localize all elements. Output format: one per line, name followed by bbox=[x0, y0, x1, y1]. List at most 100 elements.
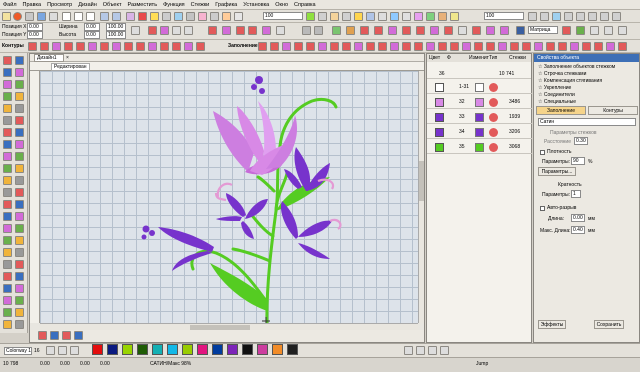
cut-icon[interactable] bbox=[62, 12, 71, 21]
menu-item-10[interactable]: Окно bbox=[272, 0, 291, 10]
palette-color-swatch[interactable] bbox=[137, 344, 148, 355]
wilcom-logo-icon[interactable] bbox=[13, 12, 22, 21]
slow-redraw-icon[interactable] bbox=[210, 12, 219, 21]
manual-icon[interactable] bbox=[576, 26, 585, 35]
menu-item-5[interactable]: Разместить bbox=[124, 0, 160, 10]
fill-type-select[interactable]: Сатин bbox=[538, 118, 636, 126]
tree-item[interactable]: ☆ Специальные bbox=[538, 99, 638, 106]
show-grid-icon[interactable] bbox=[378, 12, 387, 21]
mirror-vertical-icon[interactable] bbox=[160, 26, 169, 35]
menu-item-1[interactable]: Правка bbox=[20, 0, 45, 10]
bling-icon[interactable] bbox=[450, 42, 459, 51]
palette-color-swatch[interactable] bbox=[167, 344, 178, 355]
palette-pick-icon[interactable] bbox=[58, 346, 67, 355]
tool-icon-1-1[interactable] bbox=[15, 68, 24, 77]
v-stitch-icon[interactable] bbox=[148, 42, 157, 51]
tab-contour[interactable]: Контуры bbox=[588, 106, 638, 115]
cut-tool-icon[interactable] bbox=[444, 26, 453, 35]
tool-icon-18-0[interactable] bbox=[3, 272, 12, 281]
tool-icon-22-0[interactable] bbox=[3, 320, 12, 329]
sculpture-run-icon[interactable] bbox=[112, 42, 121, 51]
tool-icon-15-0[interactable] bbox=[3, 236, 12, 245]
grid-toggle-icon[interactable] bbox=[590, 26, 599, 35]
zoom-out-icon[interactable] bbox=[540, 12, 549, 21]
paste-icon[interactable] bbox=[86, 12, 95, 21]
knife-icon[interactable] bbox=[594, 42, 603, 51]
triple-run-icon[interactable] bbox=[40, 42, 49, 51]
chain-icon[interactable] bbox=[172, 42, 181, 51]
e-stitch-icon[interactable] bbox=[136, 42, 145, 51]
tool-icon-14-1[interactable] bbox=[15, 224, 24, 233]
net-fill-icon[interactable] bbox=[402, 42, 411, 51]
raised-satin-icon[interactable] bbox=[414, 42, 423, 51]
help-icon[interactable] bbox=[576, 12, 585, 21]
tool-icon-4-0[interactable] bbox=[3, 104, 12, 113]
group-icon[interactable] bbox=[302, 26, 311, 35]
join-icon[interactable] bbox=[430, 26, 439, 35]
select-all-icon[interactable] bbox=[390, 12, 399, 21]
list-item[interactable]: 1-31 bbox=[427, 80, 532, 94]
stitch-player-icon[interactable] bbox=[126, 12, 135, 21]
satin-icon[interactable] bbox=[270, 42, 279, 51]
tool-icon-19-0[interactable] bbox=[3, 284, 12, 293]
backstitch-icon[interactable] bbox=[52, 42, 61, 51]
flower-design[interactable] bbox=[40, 71, 418, 328]
menu-item-8[interactable]: Графика bbox=[212, 0, 240, 10]
measure-icon[interactable] bbox=[234, 12, 243, 21]
tool-icon-5-0[interactable] bbox=[3, 116, 12, 125]
motif-fill-icon[interactable] bbox=[294, 42, 303, 51]
list-item[interactable]: 33 1939 bbox=[427, 110, 532, 124]
menu-item-3[interactable]: Дизайн bbox=[75, 0, 100, 10]
artwork-icon[interactable] bbox=[198, 12, 207, 21]
tree-item[interactable]: ☆ Укрепление bbox=[538, 85, 638, 92]
border-icon[interactable] bbox=[534, 42, 543, 51]
tool-icon-10-1[interactable] bbox=[15, 176, 24, 185]
density-checkbox[interactable] bbox=[540, 150, 545, 155]
zoom-field[interactable]: 100 bbox=[263, 12, 303, 20]
fit-icon[interactable] bbox=[552, 12, 561, 21]
tatami-icon[interactable] bbox=[258, 42, 267, 51]
auto-split-checkbox[interactable] bbox=[540, 206, 545, 211]
menu-item-0[interactable]: Файл bbox=[0, 0, 20, 10]
motif-icon[interactable] bbox=[558, 42, 567, 51]
tool-icon-22-1[interactable] bbox=[15, 320, 24, 329]
tool-icon-11-0[interactable] bbox=[3, 188, 12, 197]
tool-icon-5-1[interactable] bbox=[15, 116, 24, 125]
stitch-type-icon[interactable] bbox=[208, 26, 217, 35]
tool-icon-4-1[interactable] bbox=[15, 104, 24, 113]
show-tape-icon[interactable] bbox=[330, 12, 339, 21]
menu-item-4[interactable]: Объект bbox=[100, 0, 125, 10]
cross-icon[interactable] bbox=[196, 42, 205, 51]
tool-icon-19-1[interactable] bbox=[15, 284, 24, 293]
rotate-left-icon[interactable] bbox=[172, 26, 181, 35]
ungroup-icon[interactable] bbox=[314, 26, 323, 35]
cross-fill-icon[interactable] bbox=[366, 42, 375, 51]
palette-color-swatch[interactable] bbox=[287, 344, 298, 355]
effects-button[interactable]: Эффекты bbox=[538, 320, 566, 329]
palette-color-swatch[interactable] bbox=[122, 344, 133, 355]
hoop-icon[interactable] bbox=[186, 12, 195, 21]
tool-icon-15-1[interactable] bbox=[15, 236, 24, 245]
palette-remove-icon[interactable] bbox=[416, 346, 425, 355]
show-machine-icon[interactable] bbox=[342, 12, 351, 21]
tool-icon-3-1[interactable] bbox=[15, 92, 24, 101]
tool-icon-14-0[interactable] bbox=[3, 224, 12, 233]
outline-icon[interactable] bbox=[388, 26, 397, 35]
palette-color-swatch[interactable] bbox=[212, 344, 223, 355]
colorway-select[interactable]: Colorway 1 bbox=[4, 347, 32, 355]
blanket-icon[interactable] bbox=[88, 42, 97, 51]
sequin-icon[interactable] bbox=[426, 42, 435, 51]
tool-icon-8-0[interactable] bbox=[3, 152, 12, 161]
color-film-icon[interactable] bbox=[414, 12, 423, 21]
run-icon[interactable] bbox=[28, 42, 37, 51]
params-button[interactable]: Параметры... bbox=[538, 167, 576, 176]
tool-icon-9-0[interactable] bbox=[3, 164, 12, 173]
rotate-right-icon[interactable] bbox=[184, 26, 193, 35]
shape-icon[interactable] bbox=[248, 26, 257, 35]
candle-icon[interactable] bbox=[160, 42, 169, 51]
pos-x-field[interactable]: 0.00 bbox=[27, 23, 43, 31]
palette-add-icon[interactable] bbox=[70, 346, 79, 355]
menu-item-9[interactable]: Установка bbox=[240, 0, 272, 10]
stemstitch-icon[interactable] bbox=[64, 42, 73, 51]
tool-icon-17-1[interactable] bbox=[15, 260, 24, 269]
